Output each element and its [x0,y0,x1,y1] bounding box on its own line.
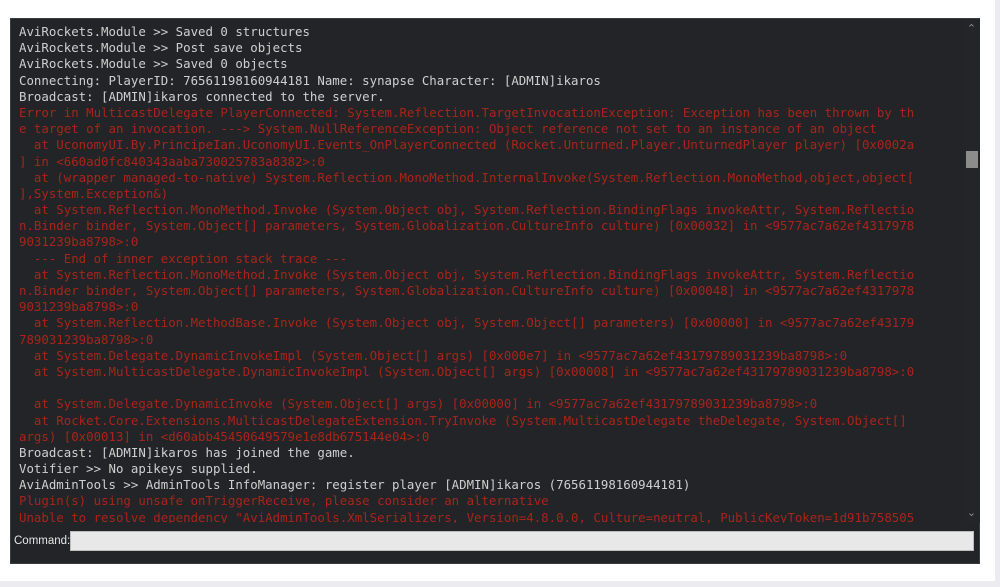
command-input[interactable] [70,531,974,551]
log-line-error: at System.Reflection.MethodBase.Invoke (… [19,315,915,331]
log-line-error: --- End of inner exception stack trace -… [19,250,348,266]
log-line: Connecting: PlayerID: 76561198160944181 … [19,72,601,88]
log-line: AviAdminTools >> AdminTools InfoManager:… [19,477,691,493]
log-line-error: Error in MulticastDelegate PlayerConnect… [19,104,915,120]
log-line: Votifier >> No apikeys supplied. [19,461,258,477]
log-line-error: n.Binder binder, System.Object[] paramet… [19,218,915,234]
page-edge [0,581,1000,587]
log-line-error: 9031239ba8798>:0 [19,234,139,250]
log-line-error: 9031239ba8798>:0 [19,299,139,315]
log-line-error: at System.Reflection.MonoMethod.Invoke (… [19,266,915,282]
server-console: AviRockets.Module >> Saved 0 structures A… [10,18,980,564]
log-line-error: ] in <660ad0fc840343aaba730025783a8382>:… [19,153,325,169]
log-line-error: 789031239ba8798>:0 [19,331,154,347]
log-line-error: at (wrapper managed-to-native) System.Re… [19,169,915,185]
scrollbar[interactable]: ⌃ ⌄ [963,19,980,523]
command-bar: Command: [11,529,979,555]
log-line-error: at System.Reflection.MonoMethod.Invoke (… [19,202,915,218]
log-line-error: Plugin(s) using unsafe onTriggerReceive,… [19,493,549,509]
log-line: AviRockets.Module >> Post save objects [19,40,303,56]
chevron-down-icon[interactable]: ⌄ [963,505,980,521]
log-line-error: at UconomyUI.By.PrincipeIan.UconomyUI.Ev… [19,137,915,153]
scrollbar-thumb[interactable] [966,151,978,168]
log-line: AviRockets.Module >> Saved 0 objects [19,56,288,72]
log-line-error: at System.MulticastDelegate.DynamicInvok… [19,363,915,379]
page-edge [995,0,1000,587]
log-line-error [19,380,963,396]
log-line-error: ],System.Exception&) [19,185,169,201]
log-line-error: args) [0x00013] in <d60abb45450649579e1e… [19,428,430,444]
log-line: Broadcast: [ADMIN]ikaros has joined the … [19,444,355,460]
chevron-up-icon[interactable]: ⌃ [963,21,980,37]
console-log: AviRockets.Module >> Saved 0 structures A… [19,24,963,523]
log-line-error: at System.Delegate.DynamicInvoke (System… [19,396,818,412]
log-line-error: at System.Delegate.DynamicInvokeImpl (Sy… [19,347,848,363]
log-line-error: Unable to resolve dependency "AviAdminTo… [19,509,915,523]
log-line: Broadcast: [ADMIN]ikaros connected to th… [19,88,385,104]
log-line-error: e target of an invocation. ---> System.N… [19,121,877,137]
log-line-error: at Rocket.Core.Extensions.MulticastDeleg… [19,412,907,428]
log-line: AviRockets.Module >> Saved 0 structures [19,24,310,39]
command-label: Command: [14,535,71,547]
log-line-error: n.Binder binder, System.Object[] paramet… [19,283,915,298]
